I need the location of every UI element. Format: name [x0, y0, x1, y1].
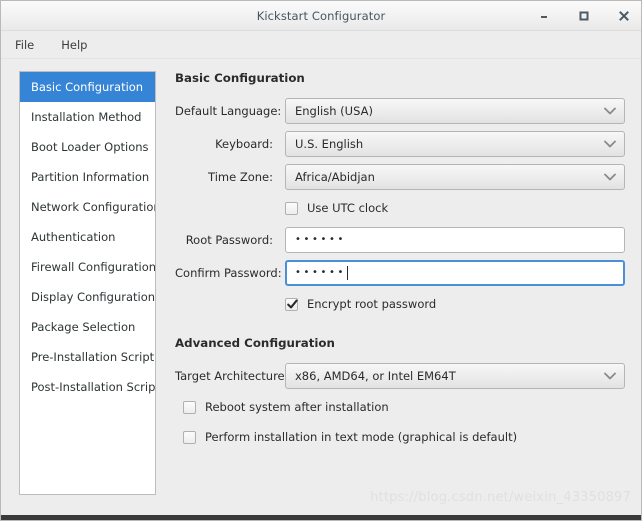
- advanced-configuration-heading: Advanced Configuration: [175, 336, 335, 350]
- chevron-down-icon: [604, 140, 616, 148]
- use-utc-clock-label: Use UTC clock: [307, 201, 389, 215]
- target-architecture-value: x86, AMD64, or Intel EM64T: [295, 368, 456, 383]
- chevron-down-icon: [604, 107, 616, 115]
- root-password-label: Root Password:: [185, 232, 273, 247]
- text-caret: [347, 265, 348, 280]
- time-zone-label: Time Zone:: [208, 169, 273, 184]
- sidebar-item-boot-loader-options[interactable]: Boot Loader Options: [20, 132, 155, 162]
- keyboard-label: Keyboard:: [215, 136, 273, 151]
- sidebar-item-display-configuration[interactable]: Display Configuration: [20, 282, 155, 312]
- minimize-icon[interactable]: [537, 9, 551, 23]
- encrypt-root-password-label: Encrypt root password: [307, 297, 437, 311]
- sidebar-item-installation-method[interactable]: Installation Method: [20, 102, 155, 132]
- keyboard-value: U.S. English: [295, 136, 364, 151]
- keyboard-select[interactable]: U.S. English: [285, 130, 625, 157]
- menu-help[interactable]: Help: [57, 36, 91, 54]
- use-utc-clock-checkbox[interactable]: [285, 201, 298, 215]
- target-architecture-label: Target Architecture:: [175, 368, 289, 383]
- root-password-input[interactable]: ••••••: [285, 226, 625, 253]
- time-zone-row: Time Zone: Africa/Abidjan: [175, 160, 625, 193]
- reboot-after-install-row[interactable]: Reboot system after installation: [175, 392, 625, 422]
- basic-configuration-heading: Basic Configuration: [175, 71, 305, 85]
- confirm-password-label: Confirm Password:: [175, 265, 282, 280]
- confirm-password-input[interactable]: ••••••: [285, 259, 625, 286]
- sidebar-list[interactable]: Basic Configuration Installation Method …: [19, 71, 156, 495]
- menu-file[interactable]: File: [11, 36, 38, 54]
- sidebar-item-label: Network Configuration: [31, 200, 156, 214]
- reboot-after-install-label: Reboot system after installation: [205, 400, 389, 414]
- window-controls: [537, 1, 631, 30]
- chevron-down-icon: [604, 372, 616, 380]
- menubar: File Help: [1, 31, 641, 59]
- confirm-password-value: ••••••: [295, 266, 346, 278]
- keyboard-row: Keyboard: U.S. English: [175, 127, 625, 160]
- check-icon: [287, 299, 298, 308]
- titlebar: Kickstart Configurator: [1, 1, 641, 31]
- sidebar-item-package-selection[interactable]: Package Selection: [20, 312, 155, 342]
- target-architecture-select[interactable]: x86, AMD64, or Intel EM64T: [285, 362, 625, 389]
- root-password-row: Root Password: ••••••: [175, 223, 625, 256]
- bottom-strip: [1, 515, 641, 520]
- encrypt-root-password-checkbox[interactable]: [285, 297, 298, 311]
- maximize-icon[interactable]: [577, 9, 591, 23]
- sidebar-item-firewall-configuration[interactable]: Firewall Configuration: [20, 252, 155, 282]
- sidebar-item-authentication[interactable]: Authentication: [20, 222, 155, 252]
- encrypt-root-password-row[interactable]: Encrypt root password: [175, 289, 625, 319]
- main-panel: Basic Configuration Default Language: En…: [156, 71, 641, 520]
- sidebar-item-label: Display Configuration: [31, 290, 156, 304]
- sidebar-item-label: Boot Loader Options: [31, 140, 149, 154]
- sidebar-item-label: Basic Configuration: [31, 80, 144, 94]
- text-mode-row[interactable]: Perform installation in text mode (graph…: [175, 422, 625, 452]
- content-area: Basic Configuration Installation Method …: [1, 59, 641, 520]
- window-title: Kickstart Configurator: [256, 8, 386, 23]
- time-zone-value: Africa/Abidjan: [295, 169, 375, 184]
- default-language-row: Default Language: English (USA): [175, 94, 625, 127]
- sidebar-item-label: Package Selection: [31, 320, 136, 334]
- sidebar-item-pre-installation-script[interactable]: Pre-Installation Script: [20, 342, 155, 372]
- confirm-password-row: Confirm Password: ••••••: [175, 256, 625, 289]
- sidebar-item-network-configuration[interactable]: Network Configuration: [20, 192, 155, 222]
- application-window: Kickstart Configurator File Help Basic C…: [0, 0, 642, 521]
- default-language-select[interactable]: English (USA): [285, 97, 625, 124]
- sidebar-item-label: Installation Method: [31, 110, 142, 124]
- sidebar-item-label: Partition Information: [31, 170, 150, 184]
- sidebar-wrapper: Basic Configuration Installation Method …: [19, 71, 156, 520]
- text-mode-checkbox[interactable]: [183, 430, 196, 444]
- close-icon[interactable]: [617, 9, 631, 23]
- sidebar-item-post-installation-script[interactable]: Post-Installation Script: [20, 372, 155, 402]
- sidebar-item-label: Pre-Installation Script: [31, 350, 155, 364]
- sidebar-item-partition-information[interactable]: Partition Information: [20, 162, 155, 192]
- sidebar-item-label: Firewall Configuration: [31, 260, 156, 274]
- sidebar-item-basic-configuration[interactable]: Basic Configuration: [20, 72, 155, 102]
- time-zone-select[interactable]: Africa/Abidjan: [285, 163, 625, 190]
- use-utc-clock-row[interactable]: Use UTC clock: [175, 193, 625, 223]
- sidebar-item-label: Post-Installation Script: [31, 380, 156, 394]
- reboot-after-install-checkbox[interactable]: [183, 400, 196, 414]
- text-mode-label: Perform installation in text mode (graph…: [205, 430, 518, 444]
- chevron-down-icon: [604, 173, 616, 181]
- sidebar-item-label: Authentication: [31, 230, 116, 244]
- root-password-value: ••••••: [295, 233, 346, 245]
- default-language-value: English (USA): [295, 103, 373, 118]
- default-language-label: Default Language:: [175, 103, 282, 118]
- target-architecture-row: Target Architecture: x86, AMD64, or Inte…: [175, 359, 625, 392]
